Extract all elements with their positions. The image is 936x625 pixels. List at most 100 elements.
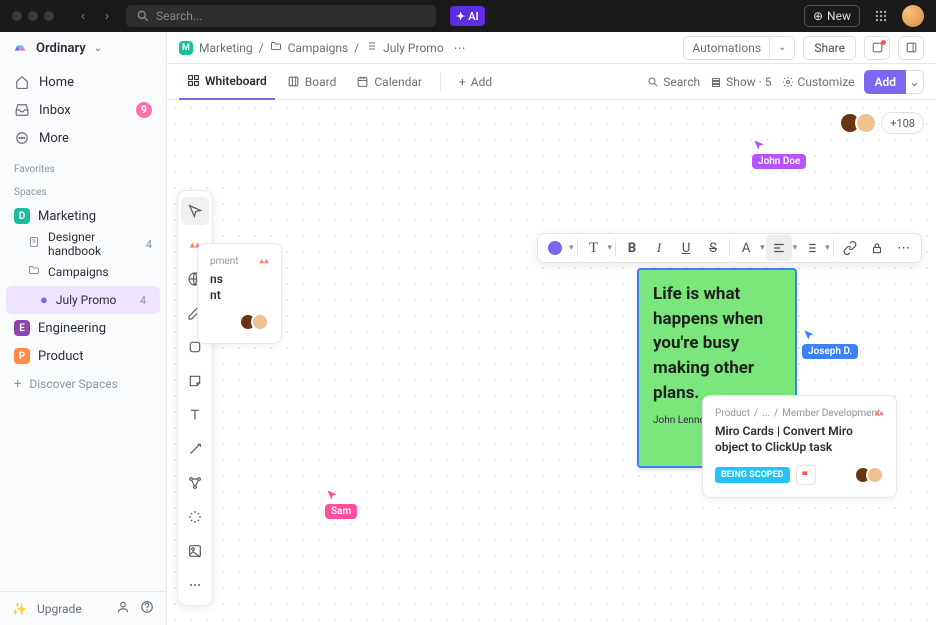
plus-icon: + bbox=[14, 377, 21, 392]
list-icon: ● bbox=[40, 292, 48, 308]
remote-cursor-joseph: Joseph D. bbox=[802, 328, 858, 359]
text-tool[interactable] bbox=[181, 401, 209, 429]
list-july-promo[interactable]: ● July Promo 4 bbox=[6, 286, 160, 314]
search-icon bbox=[136, 9, 150, 23]
grid-icon bbox=[874, 9, 888, 23]
list-icon bbox=[365, 40, 377, 55]
color-fill[interactable] bbox=[542, 235, 568, 261]
underline-button[interactable]: U bbox=[673, 235, 699, 261]
inbox-icon bbox=[14, 103, 29, 117]
add-dropdown[interactable]: ⌄ bbox=[906, 70, 924, 94]
tab-add-view[interactable]: + Add bbox=[451, 64, 500, 100]
show-button[interactable]: Show · 5 bbox=[710, 75, 771, 89]
lock-button[interactable] bbox=[864, 235, 890, 261]
nav-inbox[interactable]: Inbox 9 bbox=[0, 96, 166, 124]
panel-button[interactable] bbox=[898, 36, 924, 60]
tab-calendar[interactable]: Calendar bbox=[348, 64, 430, 100]
more-format[interactable]: ⋯ bbox=[891, 235, 917, 261]
close-dot[interactable] bbox=[12, 11, 22, 21]
space-icon: D bbox=[14, 208, 30, 224]
automations-button[interactable]: Automations ⌄ bbox=[683, 36, 795, 60]
text-color-button[interactable]: A bbox=[733, 235, 759, 261]
folder-icon bbox=[270, 40, 282, 55]
board-icon bbox=[287, 75, 300, 88]
space-icon: P bbox=[14, 348, 30, 364]
task-card-partial[interactable]: pment nsnt bbox=[197, 243, 282, 344]
sparkle-icon: ✨ bbox=[12, 602, 27, 616]
more-tools[interactable] bbox=[181, 571, 209, 599]
sticky-tool[interactable] bbox=[181, 367, 209, 395]
folder-campaigns[interactable]: Campaigns bbox=[0, 258, 166, 286]
inbox-badge: 9 bbox=[136, 102, 152, 118]
add-button[interactable]: Add bbox=[864, 70, 906, 94]
sparkle-icon: ✦ bbox=[456, 10, 465, 23]
tab-whiteboard[interactable]: Whiteboard bbox=[179, 64, 275, 100]
forward-button[interactable]: › bbox=[96, 5, 118, 27]
ai-button[interactable]: ✦ AI bbox=[450, 6, 485, 26]
main-area: M Marketing / Campaigns / July Promo ⋯ A… bbox=[167, 32, 936, 625]
share-button[interactable]: Share bbox=[803, 36, 856, 60]
doc-icon bbox=[28, 236, 40, 252]
activity-button[interactable] bbox=[864, 36, 890, 60]
relation-tool[interactable] bbox=[181, 469, 209, 497]
image-tool[interactable] bbox=[181, 537, 209, 565]
help-icon[interactable] bbox=[140, 600, 154, 617]
space-engineering[interactable]: E Engineering bbox=[0, 314, 166, 342]
sidebar: Ordinary ⌄ Home Inbox 9 More Favorites S… bbox=[0, 32, 167, 625]
workspace-switcher[interactable]: Ordinary ⌄ bbox=[0, 32, 166, 64]
settings-icon bbox=[782, 76, 794, 88]
select-tool[interactable] bbox=[181, 197, 209, 225]
chevron-down-icon[interactable]: ⌄ bbox=[770, 37, 794, 59]
new-button[interactable]: ⊕ New bbox=[804, 5, 860, 27]
search-views[interactable]: Search bbox=[647, 75, 700, 89]
discover-spaces[interactable]: + Discover Spaces bbox=[0, 370, 166, 398]
avatar[interactable] bbox=[902, 5, 924, 27]
strike-button[interactable]: S bbox=[700, 235, 726, 261]
space-product[interactable]: P Product bbox=[0, 342, 166, 370]
space-marketing[interactable]: D Marketing bbox=[0, 202, 166, 230]
align-button[interactable] bbox=[766, 235, 792, 261]
text-format-toolbar: ▾ T ▾ B I U S A ▾ ▾ ▾ ⋯ bbox=[537, 233, 922, 263]
presence-more[interactable]: +108 bbox=[881, 112, 924, 134]
bold-button[interactable]: B bbox=[619, 235, 645, 261]
link-button[interactable] bbox=[837, 235, 863, 261]
italic-button[interactable]: I bbox=[646, 235, 672, 261]
nav-home[interactable]: Home bbox=[0, 68, 166, 96]
crumb-space[interactable]: Marketing bbox=[199, 41, 253, 55]
breadcrumb-bar: M Marketing / Campaigns / July Promo ⋯ A… bbox=[167, 32, 936, 64]
clickup-icon bbox=[257, 254, 271, 268]
search-icon bbox=[647, 76, 659, 88]
maximize-dot[interactable] bbox=[44, 11, 54, 21]
minimize-dot[interactable] bbox=[28, 11, 38, 21]
more-icon[interactable]: ⋯ bbox=[454, 41, 466, 55]
chevron-down-icon: ⌄ bbox=[94, 43, 102, 54]
window-controls bbox=[12, 11, 54, 21]
nav-more[interactable]: More bbox=[0, 124, 166, 152]
crumb-folder[interactable]: Campaigns bbox=[288, 41, 349, 55]
top-bar: ‹ › Search... ✦ AI ⊕ New bbox=[0, 0, 936, 32]
search-input[interactable]: Search... bbox=[126, 5, 436, 27]
list-designer-handbook[interactable]: Designer handbook 4 bbox=[0, 230, 166, 258]
list-button[interactable] bbox=[798, 235, 824, 261]
ai-tool[interactable] bbox=[181, 503, 209, 531]
user-icon[interactable] bbox=[116, 600, 130, 617]
upgrade-button[interactable]: Upgrade bbox=[37, 602, 82, 616]
customize-button[interactable]: Customize bbox=[782, 75, 855, 89]
assignee-avatar[interactable] bbox=[866, 466, 884, 484]
presence-avatar[interactable] bbox=[855, 112, 877, 134]
task-card-miro[interactable]: Product/ .../ Member Development Miro Ca… bbox=[702, 395, 897, 498]
apps-button[interactable] bbox=[868, 3, 894, 29]
remote-cursor-sam: Sam bbox=[325, 488, 357, 519]
assignee-avatar[interactable] bbox=[251, 313, 269, 331]
tab-board[interactable]: Board bbox=[279, 64, 345, 100]
whiteboard-canvas[interactable]: +108 John Doe Joseph D. S bbox=[167, 100, 936, 625]
search-placeholder: Search... bbox=[156, 9, 202, 23]
back-button[interactable]: ‹ bbox=[72, 5, 94, 27]
folder-icon bbox=[28, 264, 40, 280]
font-button[interactable]: T bbox=[581, 235, 607, 261]
priority-flag[interactable] bbox=[796, 465, 816, 485]
status-tag[interactable]: BEING SCOPED bbox=[715, 467, 790, 483]
connector-tool[interactable] bbox=[181, 435, 209, 463]
view-tabs: Whiteboard Board Calendar + Add Search S… bbox=[167, 64, 936, 100]
crumb-list[interactable]: July Promo bbox=[383, 41, 444, 55]
